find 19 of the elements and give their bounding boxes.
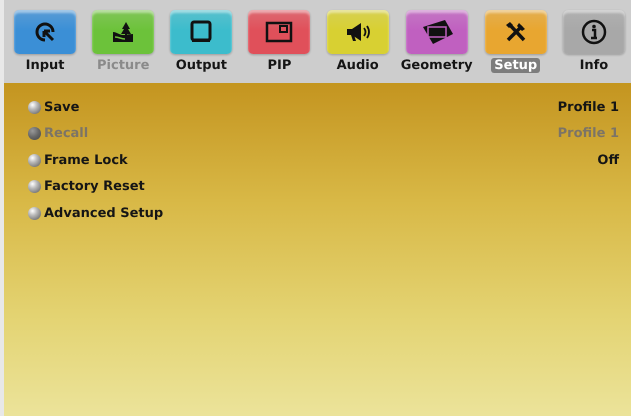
menu-tab[interactable]: Info: [562, 10, 625, 83]
menu-item[interactable]: Save: [44, 100, 80, 115]
setting-value: Profile 1: [558, 100, 619, 115]
menu-item[interactable]: Advanced Setup: [44, 206, 164, 221]
info-icon: [580, 19, 607, 45]
monitor-icon: [189, 20, 214, 44]
setting-value: Profile 1: [558, 126, 619, 142]
tools-icon: [504, 20, 528, 44]
menu-item[interactable]: Frame Lock: [44, 152, 128, 168]
menu-item[interactable]: Factory Reset: [44, 179, 145, 194]
cursor-icon: [33, 20, 58, 44]
menu-tab[interactable]: PIP: [248, 10, 311, 83]
menu-tab[interactable]: Audio: [326, 10, 389, 83]
picture-in-picture-icon: [265, 21, 294, 43]
menu-tab[interactable]: Input: [14, 10, 76, 83]
landscape-icon: [111, 20, 136, 44]
menu-tab[interactable]: Output: [170, 10, 232, 83]
menu-tab[interactable]: Setup: [484, 10, 547, 83]
setting-value: Off: [597, 152, 619, 168]
